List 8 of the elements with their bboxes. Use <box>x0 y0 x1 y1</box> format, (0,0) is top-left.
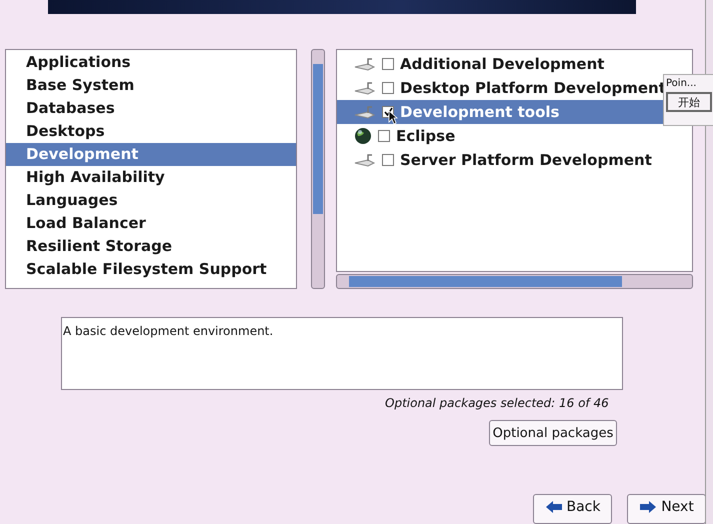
group-label: Additional Development <box>400 54 604 73</box>
group-label: Development tools <box>400 102 560 121</box>
popup-title: Poin... <box>666 78 698 89</box>
group-label: Eclipse <box>396 126 456 145</box>
selection-summary: Optional packages selected: 16 of 46 <box>385 396 609 410</box>
description-text: A basic development environment. <box>63 324 274 338</box>
group-label: Server Platform Development <box>400 150 652 169</box>
group-label: Desktop Platform Development <box>400 78 666 97</box>
